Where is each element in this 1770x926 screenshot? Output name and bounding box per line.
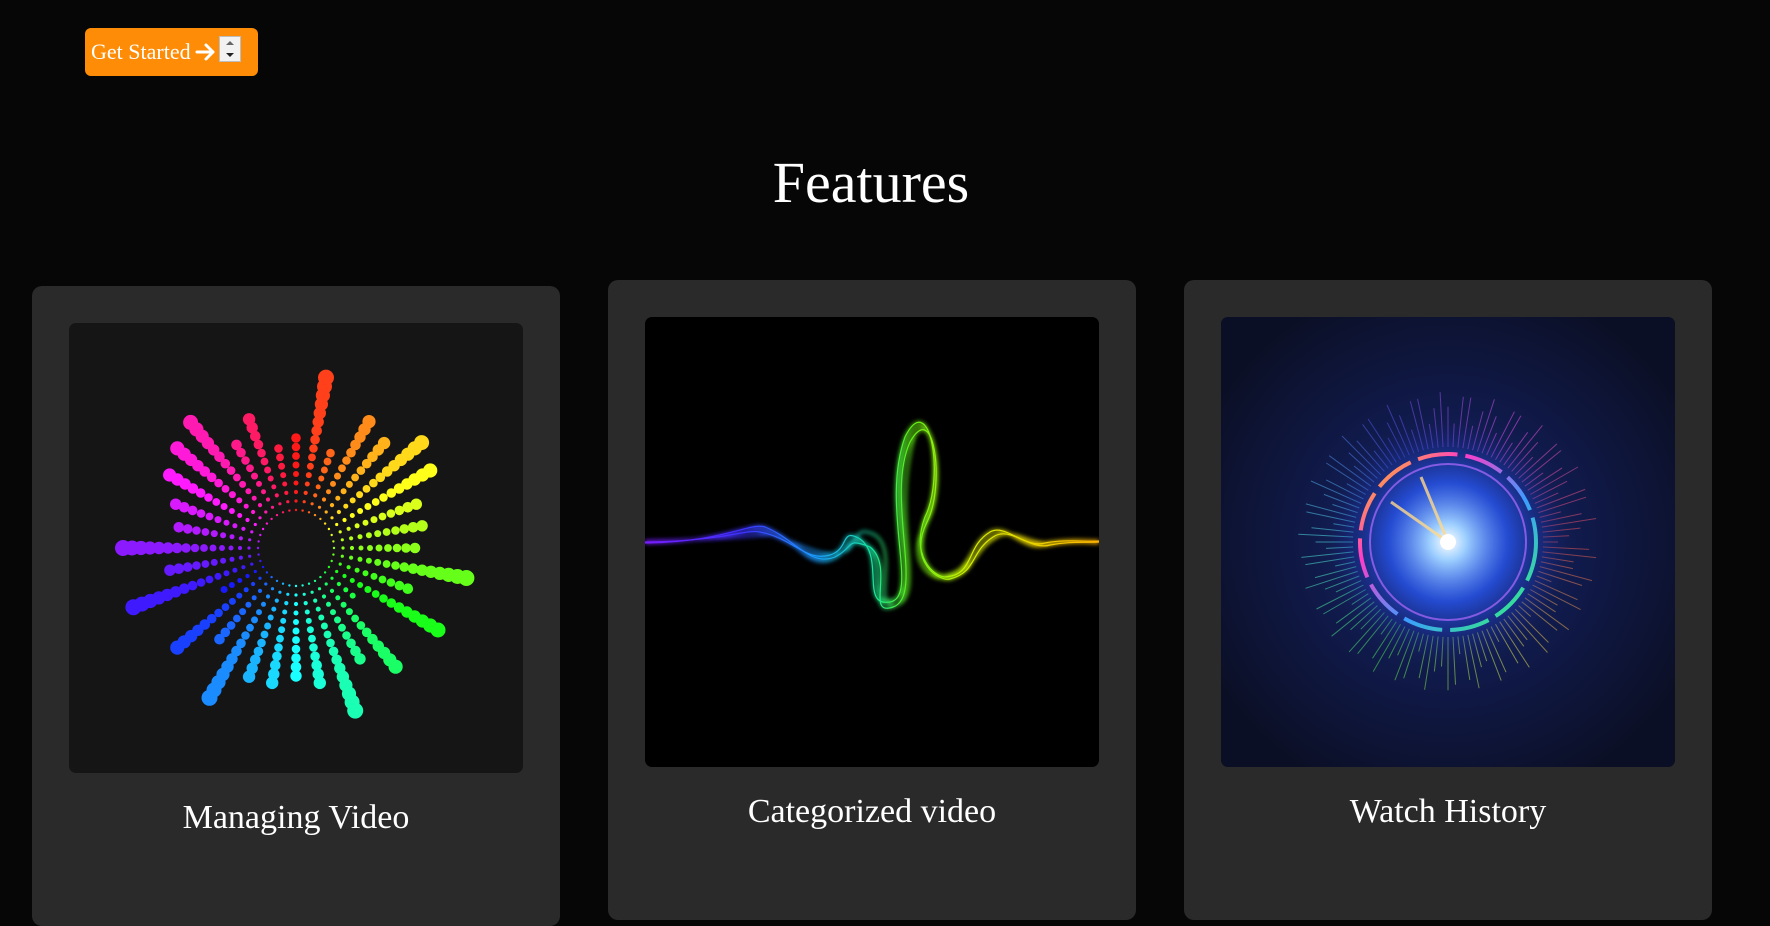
arrow-right-icon: [195, 42, 217, 62]
caret-up-icon[interactable]: [220, 37, 240, 49]
spinner-control[interactable]: [218, 36, 241, 62]
feature-card-categorized-video[interactable]: Categorized video: [608, 280, 1136, 920]
feature-image-categorized-video: [645, 317, 1099, 767]
feature-card-label: Categorized video: [747, 793, 997, 830]
features-heading: Features: [772, 150, 970, 215]
feature-image-watch-history: [1221, 317, 1675, 767]
feature-card-watch-history[interactable]: Watch History: [1184, 280, 1712, 920]
get-started-button[interactable]: Get Started: [85, 28, 258, 76]
feature-image-managing-video: [69, 323, 523, 773]
caret-down-icon[interactable]: [220, 49, 240, 61]
feature-card-managing-video[interactable]: Managing Video: [32, 286, 560, 926]
get-started-label: Get Started: [91, 39, 191, 64]
feature-card-label: Watch History: [1349, 793, 1547, 830]
feature-card-label: Managing Video: [182, 799, 410, 836]
